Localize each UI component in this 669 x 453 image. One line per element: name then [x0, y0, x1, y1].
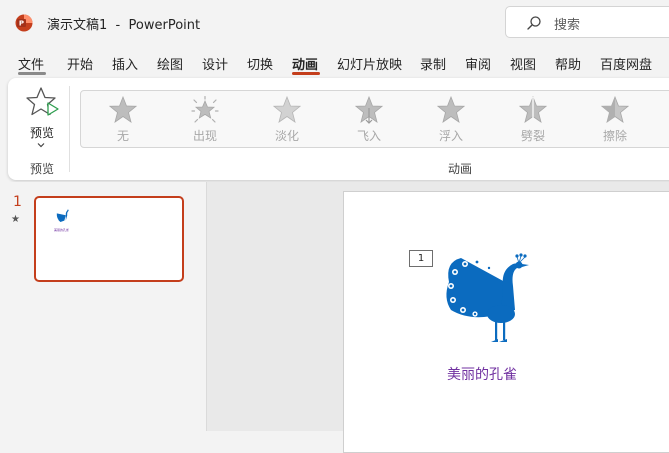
- svg-text:P: P: [19, 20, 24, 28]
- animation-group-label: 动画: [448, 162, 473, 176]
- animation-label: 擦除: [602, 129, 627, 143]
- document-name: 演示文稿1: [47, 18, 108, 33]
- star-split-icon: [519, 96, 547, 123]
- tab-slideshow[interactable]: 幻灯片放映: [337, 54, 402, 73]
- active-tab-indicator: [292, 72, 320, 75]
- star-fade-icon: [273, 96, 301, 123]
- ribbon-tabs: 文件 开始 插入 绘图 设计 切换 动画 幻灯片放映 录制 审阅 视图 帮助 百…: [0, 50, 669, 80]
- window-title: 演示文稿1 - PowerPoint: [47, 14, 200, 33]
- star-fly-in-icon: [355, 96, 383, 124]
- chevron-down-icon[interactable]: [36, 141, 46, 149]
- animation-label: 无: [116, 129, 129, 143]
- tab-transitions[interactable]: 切换: [247, 54, 273, 73]
- peacock-thumbnail-icon: [56, 209, 69, 223]
- star-none-icon: [109, 96, 137, 123]
- tab-help[interactable]: 帮助: [555, 54, 581, 73]
- star-appear-icon: [191, 96, 219, 123]
- preview-star-icon: [26, 87, 59, 116]
- tab-baidu-netdisk[interactable]: 百度网盘: [600, 54, 652, 73]
- ribbon-panel: 预览 预览 无 出现 淡化 飞入 浮入 劈裂 擦除 动画: [8, 78, 669, 180]
- thumbnail-caption: 美丽的孔雀: [54, 228, 70, 232]
- tab-file[interactable]: 文件: [18, 54, 44, 73]
- title-separator: -: [115, 18, 121, 33]
- animation-fly-in-button[interactable]: 飞入: [341, 94, 397, 146]
- animation-order-tag[interactable]: 1: [409, 250, 433, 267]
- slide-canvas[interactable]: 1 美丽的孔雀: [343, 191, 669, 453]
- search-input[interactable]: 搜索: [554, 14, 580, 33]
- powerpoint-logo-icon: P: [15, 14, 33, 32]
- slide-caption[interactable]: 美丽的孔雀: [447, 364, 517, 384]
- tab-review[interactable]: 审阅: [465, 54, 491, 73]
- animation-gallery: 无 出现 淡化 飞入 浮入 劈裂 擦除: [80, 90, 669, 148]
- animation-fade-button[interactable]: 淡化: [259, 94, 315, 146]
- tab-view[interactable]: 视图: [510, 54, 536, 73]
- animation-float-in-button[interactable]: 浮入: [423, 94, 479, 146]
- search-icon: [527, 16, 541, 30]
- animation-label: 淡化: [274, 129, 299, 143]
- app-name: PowerPoint: [128, 18, 201, 33]
- tab-home[interactable]: 开始: [67, 54, 93, 73]
- star-float-in-icon: [437, 96, 465, 123]
- tab-design[interactable]: 设计: [202, 54, 228, 73]
- preview-label: 预览: [29, 126, 54, 140]
- slide-number: 1: [13, 194, 22, 210]
- animation-split-button[interactable]: 劈裂: [505, 94, 561, 146]
- animation-none-button[interactable]: 无: [95, 94, 151, 146]
- star-wipe-icon: [601, 96, 629, 123]
- slide-thumbnail-pane: 1 ★ 美丽的孔雀: [0, 182, 207, 431]
- peacock-image[interactable]: [441, 252, 541, 352]
- tab-record[interactable]: 录制: [420, 54, 446, 73]
- animation-label: 飞入: [356, 129, 381, 143]
- slide-editor: 1 美丽的孔雀: [207, 182, 669, 453]
- preview-button[interactable]: 预览: [16, 84, 68, 150]
- animation-label: 出现: [192, 129, 217, 143]
- search-box[interactable]: 搜索: [505, 6, 669, 38]
- animation-appear-button[interactable]: 出现: [177, 94, 233, 146]
- slide-thumbnail[interactable]: 美丽的孔雀: [34, 196, 184, 282]
- group-separator: [69, 86, 70, 172]
- preview-group-label: 预览: [29, 162, 54, 176]
- animation-wipe-button[interactable]: 擦除: [587, 94, 643, 146]
- title-bar: P 演示文稿1 - PowerPoint 搜索: [0, 0, 669, 46]
- tab-insert[interactable]: 插入: [112, 54, 138, 73]
- tab-draw[interactable]: 绘图: [157, 54, 183, 73]
- file-tab-underline: [18, 72, 46, 75]
- animation-marker-icon: ★: [11, 214, 20, 225]
- animation-label: 劈裂: [520, 129, 545, 143]
- tab-animations[interactable]: 动画: [292, 54, 318, 73]
- animation-label: 浮入: [438, 129, 463, 143]
